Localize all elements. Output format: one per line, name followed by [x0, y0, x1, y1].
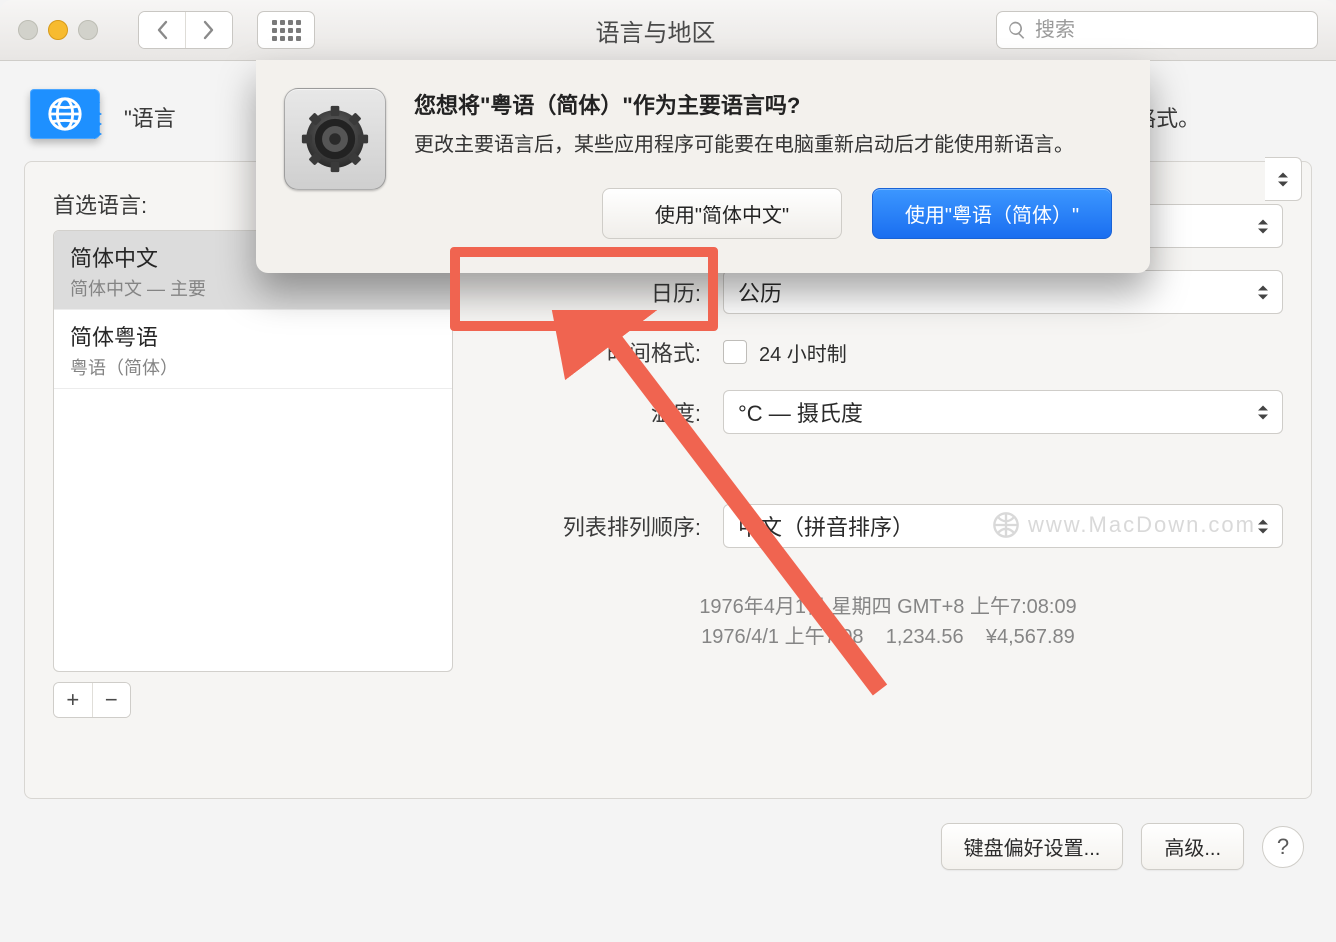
- region-select-fragment[interactable]: [1265, 157, 1302, 201]
- window-title: 语言与地区: [325, 13, 986, 48]
- temperature-select[interactable]: °C — 摄氏度: [723, 390, 1283, 434]
- time-format-checkbox[interactable]: [723, 340, 747, 364]
- help-button[interactable]: ?: [1262, 826, 1304, 868]
- stepper-caret-icon: [1252, 279, 1274, 306]
- language-item-subtitle: 简体中文 — 主要: [70, 275, 436, 301]
- search-field-wrap[interactable]: [996, 11, 1318, 49]
- format-examples: 1976年4月1日 星期四 GMT+8 上午7:08:09 1976/4/1 上…: [493, 592, 1283, 652]
- row-time-format: 时间格式: 24 小时制: [493, 336, 1283, 368]
- dialog-message: 更改主要语言后，某些应用程序可能要在电脑重新启动后才能使用新语言。: [414, 130, 1112, 160]
- globe-icon: [46, 95, 84, 133]
- row-calendar: 日历: 公历: [493, 270, 1283, 314]
- list-sort-label: 列表排列顺序:: [493, 510, 701, 542]
- add-remove-group: + −: [53, 682, 131, 718]
- nav-history-group: [138, 11, 233, 49]
- example-line-1: 1976年4月1日 星期四 GMT+8 上午7:08:09: [493, 592, 1283, 622]
- stepper-caret-icon: [1272, 166, 1294, 193]
- add-language-button[interactable]: +: [54, 683, 92, 717]
- watermark: www.MacDown.com: [992, 511, 1256, 539]
- keyboard-prefs-button[interactable]: 键盘偏好设置...: [941, 823, 1124, 870]
- system-preferences-icon: [284, 88, 386, 190]
- show-all-prefs-button[interactable]: [257, 11, 315, 49]
- calendar-value: 公历: [738, 276, 782, 308]
- dialog-title: 您想将"粤语（简体）"作为主要语言吗?: [414, 88, 1112, 120]
- temperature-label: 温度:: [493, 396, 701, 428]
- temperature-value: °C — 摄氏度: [738, 396, 863, 428]
- time-format-label: 时间格式:: [493, 336, 701, 368]
- language-list[interactable]: 简体中文 简体中文 — 主要 简体粤语 粤语（简体）: [53, 230, 453, 672]
- pane-description-prefix: "语言: [124, 106, 176, 131]
- stepper-caret-icon: [1252, 213, 1274, 240]
- language-item-title: 简体粤语: [70, 320, 436, 352]
- watermark-text: www.MacDown.com: [1028, 512, 1256, 538]
- titlebar: 语言与地区: [0, 0, 1336, 61]
- footer-row: 键盘偏好设置... 高级... ?: [24, 823, 1312, 880]
- row-temperature: 温度: °C — 摄氏度: [493, 390, 1283, 434]
- use-simplified-chinese-button[interactable]: 使用"简体中文": [602, 188, 842, 239]
- forward-button[interactable]: [185, 12, 232, 48]
- calendar-label: 日历:: [493, 276, 701, 308]
- example-line-2: 1976/4/1 上午7:08 1,234.56 ¥4,567.89: [493, 622, 1283, 652]
- preferred-languages-section: 首选语言: 简体中文 简体中文 — 主要 简体粤语 粤语（简体） + −: [53, 188, 453, 768]
- watermark-icon: [992, 511, 1020, 539]
- close-window-button[interactable]: [18, 20, 38, 40]
- search-icon: [1007, 20, 1027, 40]
- grid-icon: [272, 20, 301, 41]
- use-cantonese-button[interactable]: 使用"粤语（简体）": [872, 188, 1112, 239]
- remove-language-button[interactable]: −: [92, 683, 131, 717]
- search-input[interactable]: [1033, 18, 1307, 43]
- calendar-select[interactable]: 公历: [723, 270, 1283, 314]
- list-sort-value: 中文（拼音排序）: [738, 510, 914, 542]
- back-button[interactable]: [139, 12, 185, 48]
- time-format-value: 24 小时制: [759, 338, 847, 367]
- language-region-icon: [24, 83, 106, 145]
- regional-settings-section: 每周的第一天: 星期日 日历: 公历 时间格式:: [493, 188, 1283, 768]
- stepper-caret-icon: [1252, 399, 1274, 426]
- advanced-button[interactable]: 高级...: [1141, 823, 1244, 870]
- language-item-subtitle: 粤语（简体）: [70, 354, 436, 380]
- confirm-language-dialog: 您想将"粤语（简体）"作为主要语言吗? 更改主要语言后，某些应用程序可能要在电脑…: [256, 60, 1150, 273]
- list-item[interactable]: 简体粤语 粤语（简体）: [54, 310, 452, 389]
- zoom-window-button[interactable]: [78, 20, 98, 40]
- minimize-window-button[interactable]: [48, 20, 68, 40]
